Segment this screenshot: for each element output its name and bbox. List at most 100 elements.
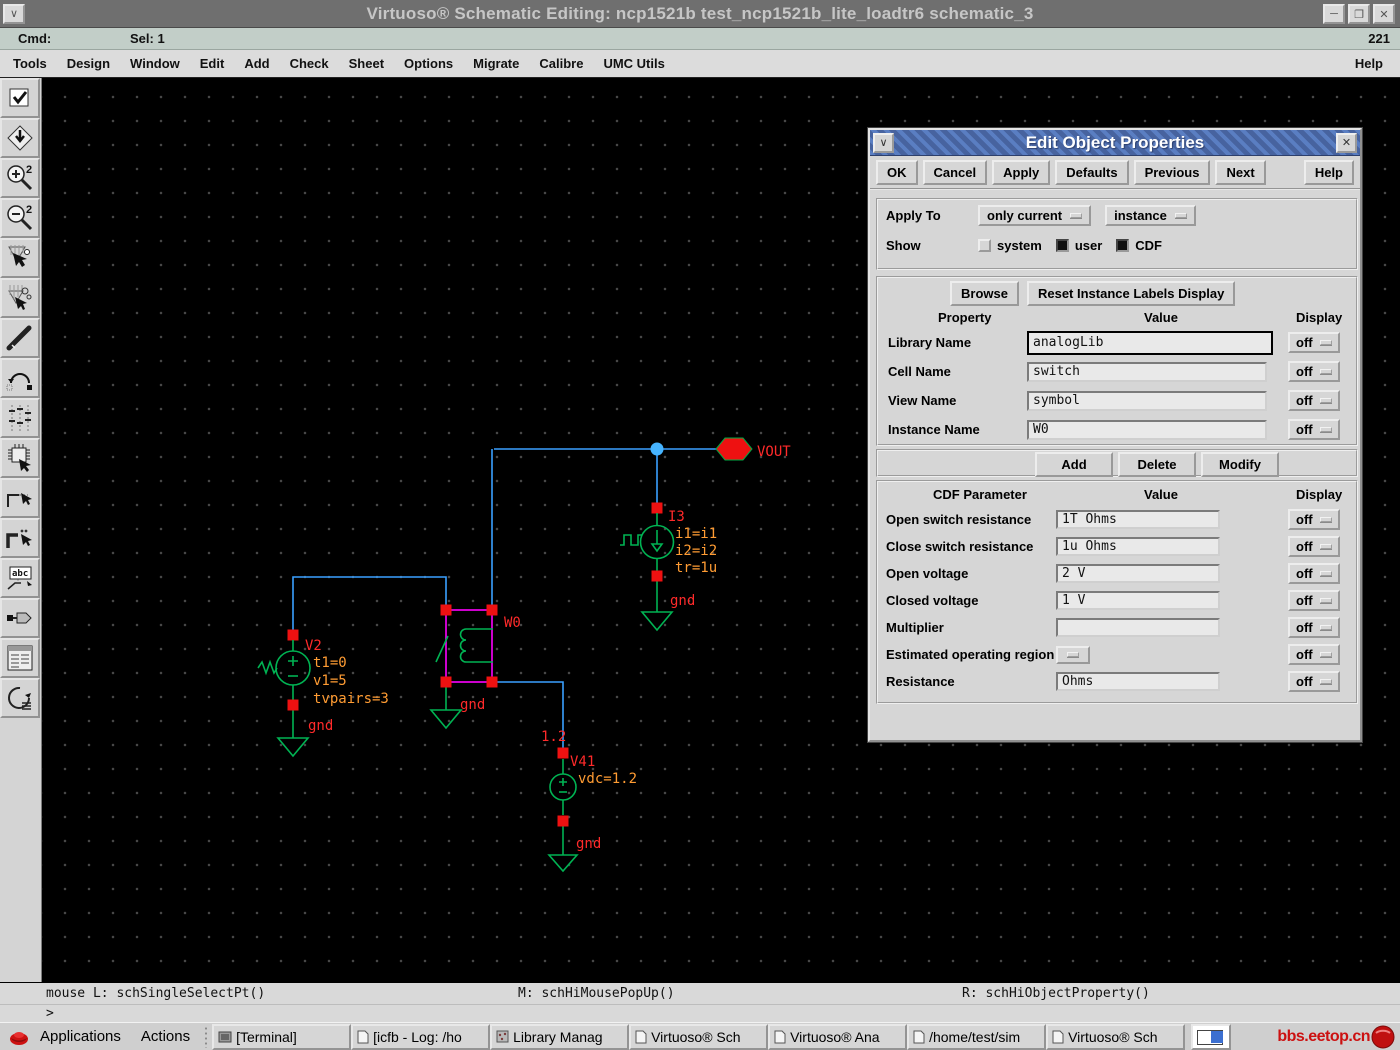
dialog-menu-button[interactable]: ∨ xyxy=(873,132,894,153)
v41-param-vdc[interactable]: vdc=1.2 xyxy=(578,771,637,787)
i3-top-pin[interactable] xyxy=(651,502,663,514)
estimated-operating-region-dropdown[interactable] xyxy=(1056,645,1090,664)
vout-net-label[interactable]: VOUT xyxy=(757,444,791,460)
command-prompt-row[interactable]: > xyxy=(0,1004,1400,1022)
library-name-input[interactable] xyxy=(1027,330,1273,355)
taskbar-window-home-test-sim[interactable]: /home/test/sim xyxy=(907,1023,1047,1050)
closed-voltage-display-dropdown[interactable]: off xyxy=(1288,590,1340,611)
i3-name-label[interactable]: I3 xyxy=(668,509,685,525)
menu-help[interactable]: Help xyxy=(1352,54,1386,73)
open-switch-resistance-input[interactable] xyxy=(1056,510,1220,529)
multiplier-display-dropdown[interactable]: off xyxy=(1288,617,1340,638)
view-name-display-dropdown[interactable]: off xyxy=(1288,390,1340,411)
defaults-button[interactable]: Defaults xyxy=(1055,159,1129,185)
v41-net-label[interactable]: 1.2 xyxy=(541,729,566,745)
redhat-menu-icon[interactable] xyxy=(8,1027,30,1047)
instance-i3[interactable]: I3 i1=i1 i2=i2 tr=1u gnd xyxy=(620,502,717,632)
v41-gnd-label[interactable]: gnd xyxy=(576,836,601,852)
w0-name-label[interactable]: W0 xyxy=(504,615,521,631)
instance-name-input[interactable] xyxy=(1027,419,1267,440)
narrow-wire-button[interactable] xyxy=(0,478,40,518)
taskbar-window-terminal[interactable]: [Terminal] xyxy=(212,1023,352,1050)
wide-wire-button[interactable] xyxy=(0,518,40,558)
w0-gnd-label[interactable]: gnd xyxy=(460,697,485,713)
vout-pin-hexagon[interactable] xyxy=(715,437,753,461)
close-button[interactable]: ✕ xyxy=(1373,4,1395,24)
instance-name-display-dropdown[interactable]: off xyxy=(1288,419,1340,440)
browse-button[interactable]: Browse xyxy=(950,281,1019,306)
w0-pin-tr[interactable] xyxy=(486,604,498,616)
cell-name-input[interactable] xyxy=(1027,361,1267,382)
menu-add[interactable]: Add xyxy=(241,54,272,73)
wire-stroke-button[interactable] xyxy=(0,318,40,358)
ruler-grid-button[interactable] xyxy=(0,398,40,438)
open-voltage-input[interactable] xyxy=(1056,564,1220,583)
v2-gnd-label[interactable]: gnd xyxy=(308,718,333,734)
apply-button[interactable]: Apply xyxy=(992,159,1051,185)
options-form-button[interactable] xyxy=(0,638,40,678)
minimize-button[interactable]: ─ xyxy=(1323,4,1345,24)
menu-umc-utils[interactable]: UMC Utils xyxy=(600,54,667,73)
instance-button[interactable] xyxy=(0,438,40,478)
v2-top-pin[interactable] xyxy=(287,629,299,641)
i3-param-i2[interactable]: i2=i2 xyxy=(675,543,717,559)
menu-edit[interactable]: Edit xyxy=(197,54,228,73)
hop-route-button[interactable] xyxy=(0,358,40,398)
add-button[interactable]: Add xyxy=(1035,452,1113,477)
i3-bottom-pin[interactable] xyxy=(651,570,663,582)
delete-button[interactable]: Delete xyxy=(1118,452,1196,477)
i3-param-tr[interactable]: tr=1u xyxy=(675,560,717,576)
menu-options[interactable]: Options xyxy=(401,54,456,73)
wire-junction-dot[interactable] xyxy=(650,442,664,456)
menu-sheet[interactable]: Sheet xyxy=(346,54,387,73)
menu-design[interactable]: Design xyxy=(64,54,113,73)
net-wires[interactable] xyxy=(292,448,717,753)
menu-check[interactable]: Check xyxy=(287,54,332,73)
menu-migrate[interactable]: Migrate xyxy=(470,54,522,73)
taskbar-window-icfb-log[interactable]: [icfb - Log: /ho xyxy=(351,1023,491,1050)
cell-name-display-dropdown[interactable]: off xyxy=(1288,361,1340,382)
menu-calibre[interactable]: Calibre xyxy=(536,54,586,73)
apply-scope-dropdown[interactable]: only current xyxy=(978,204,1092,226)
i3-gnd-label[interactable]: gnd xyxy=(670,593,695,609)
stretch-instance-button[interactable] xyxy=(0,278,40,318)
v2-bottom-pin[interactable] xyxy=(287,699,299,711)
maximize-button[interactable]: ❐ xyxy=(1348,4,1370,24)
save-button[interactable] xyxy=(0,118,40,158)
v2-name-label[interactable]: V2 xyxy=(305,638,322,654)
view-name-input[interactable] xyxy=(1027,390,1267,411)
w0-pin-br[interactable] xyxy=(486,676,498,688)
multiplier-input[interactable] xyxy=(1056,618,1220,637)
ok-button[interactable]: OK xyxy=(876,159,918,185)
close-switch-resistance-display-dropdown[interactable]: off xyxy=(1288,536,1340,557)
workspace-pager[interactable] xyxy=(1191,1023,1232,1050)
system-checkbox[interactable] xyxy=(978,238,991,252)
w0-pin-bl[interactable] xyxy=(440,676,452,688)
pin-button[interactable] xyxy=(0,598,40,638)
estimated-operating-region-display-dropdown[interactable]: off xyxy=(1288,644,1340,665)
v41-name-label[interactable]: V41 xyxy=(570,754,595,770)
v2-param-v1[interactable]: v1=5 xyxy=(313,673,347,689)
zoom-in-2x-button[interactable]: 2 xyxy=(0,158,40,198)
taskbar-window-library-manager[interactable]: Library Manag xyxy=(490,1023,630,1050)
cdf-checkbox[interactable] xyxy=(1116,238,1130,252)
next-button[interactable]: Next xyxy=(1215,159,1266,185)
closed-voltage-input[interactable] xyxy=(1056,591,1220,610)
check-and-save-button[interactable] xyxy=(0,78,40,118)
zoom-out-2x-button[interactable]: 2 xyxy=(0,198,40,238)
v2-param-tvpairs[interactable]: tvpairs=3 xyxy=(313,691,389,707)
w0-pin-tl[interactable] xyxy=(440,604,452,616)
modify-button[interactable]: Modify xyxy=(1201,452,1279,477)
cancel-button[interactable]: Cancel xyxy=(922,159,988,185)
i3-param-i1[interactable]: i1=i1 xyxy=(675,526,717,542)
apply-target-dropdown[interactable]: instance xyxy=(1105,204,1196,226)
previous-button[interactable]: Previous xyxy=(1133,159,1211,185)
taskbar-window-virtuoso-sch-1[interactable]: Virtuoso® Sch xyxy=(629,1023,769,1050)
open-voltage-display-dropdown[interactable]: off xyxy=(1288,563,1340,584)
dialog-close-icon[interactable]: ✕ xyxy=(1336,132,1357,153)
help-button[interactable]: Help xyxy=(1303,159,1354,185)
v41-bottom-pin[interactable] xyxy=(557,815,569,827)
v41-top-pin[interactable] xyxy=(557,747,569,759)
applications-menu[interactable]: Applications xyxy=(40,1028,121,1045)
instance-v41[interactable]: 1.2 V41 vdc=1.2 gnd xyxy=(541,729,637,873)
